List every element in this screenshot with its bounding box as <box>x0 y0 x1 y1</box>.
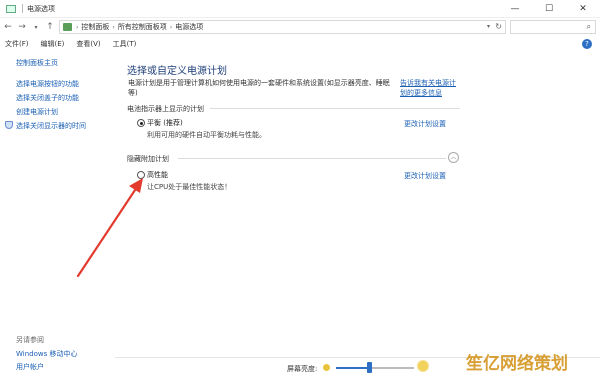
watermark: 笙亿网络策划 <box>466 354 568 374</box>
dim-sun-icon <box>323 364 330 371</box>
bright-sun-icon <box>418 361 428 371</box>
brightness-slider-thumb[interactable] <box>366 362 372 373</box>
red-arrow-annotation <box>76 178 143 278</box>
brightness-slider-fill <box>336 367 369 369</box>
brightness-label: 屏幕亮度: <box>287 365 318 373</box>
